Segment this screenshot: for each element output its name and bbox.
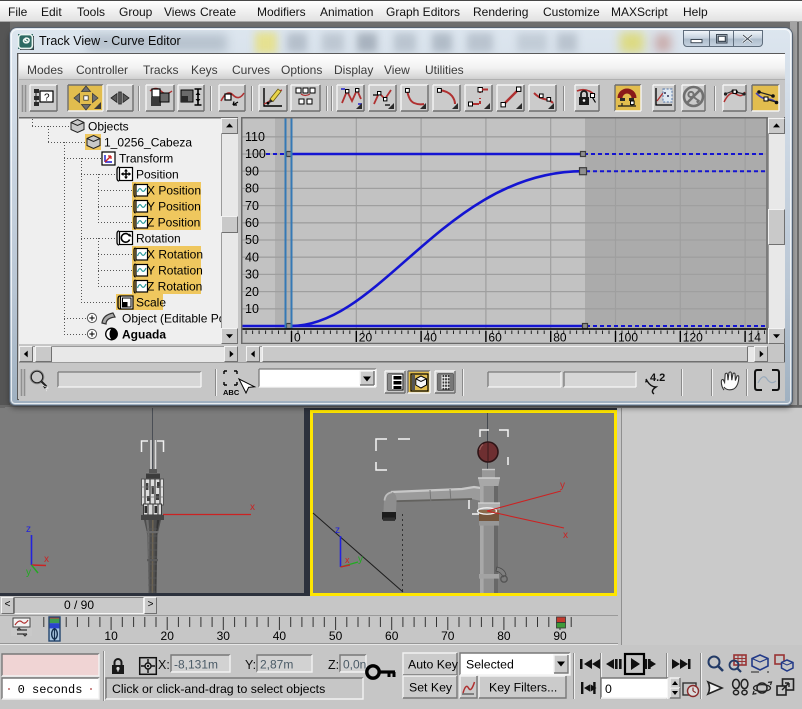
svg-text:y: y <box>560 480 565 491</box>
svg-text:70: 70 <box>245 199 259 213</box>
svg-text:Position: Position <box>136 168 179 182</box>
svg-text:Selected: Selected <box>466 658 514 672</box>
svg-text:Scale: Scale <box>136 296 166 310</box>
svg-text:4.2: 4.2 <box>650 372 665 384</box>
svg-text:Y Position: Y Position <box>147 200 201 214</box>
svg-text:0,0n: 0,0n <box>343 658 366 672</box>
svg-text:Z Rotation: Z Rotation <box>147 280 202 294</box>
svg-text:Click or click-and-drag to sel: Click or click-and-drag to select object… <box>112 682 325 696</box>
svg-text:-8,131m: -8,131m <box>174 658 218 672</box>
svg-text:Z:: Z: <box>328 658 339 672</box>
svg-text:Transform: Transform <box>119 152 173 166</box>
svg-text:Y:: Y: <box>245 658 256 672</box>
svg-text:60: 60 <box>385 629 399 643</box>
svg-text:50: 50 <box>329 629 343 643</box>
svg-text:60: 60 <box>245 216 259 230</box>
svg-text:z: z <box>335 525 340 536</box>
svg-text:ABC: ABC <box>223 388 240 397</box>
svg-text:Objects: Objects <box>88 120 129 134</box>
svg-text:10: 10 <box>245 302 259 316</box>
svg-text:Y Rotation: Y Rotation <box>147 264 203 278</box>
svg-text:Rotation: Rotation <box>136 232 181 246</box>
svg-text:x: x <box>563 530 568 541</box>
svg-text:Aguada: Aguada <box>122 328 166 342</box>
svg-text:0: 0 <box>294 331 301 345</box>
svg-text:Key Filters...: Key Filters... <box>489 681 557 695</box>
svg-text:120: 120 <box>683 331 703 345</box>
svg-text:10: 10 <box>104 629 118 643</box>
svg-text:20: 20 <box>161 629 175 643</box>
svg-text:80: 80 <box>245 182 259 196</box>
svg-text:100: 100 <box>618 331 638 345</box>
svg-text:100: 100 <box>245 147 266 161</box>
svg-text:Set Key: Set Key <box>409 681 453 695</box>
svg-text:2,87m: 2,87m <box>260 658 293 672</box>
svg-text:0: 0 <box>605 682 612 696</box>
svg-text:50: 50 <box>245 233 259 247</box>
svg-text:20: 20 <box>359 331 373 345</box>
svg-text:X:: X: <box>158 658 170 672</box>
svg-text:x: x <box>44 554 49 565</box>
svg-text:Z Position: Z Position <box>147 216 200 230</box>
svg-text:x: x <box>345 555 350 565</box>
svg-text:14: 14 <box>748 331 762 345</box>
svg-text:30: 30 <box>245 268 259 282</box>
svg-text:40: 40 <box>273 629 287 643</box>
svg-text:y: y <box>26 567 31 578</box>
svg-text:1_0256_Cabeza: 1_0256_Cabeza <box>104 136 192 150</box>
svg-text:x: x <box>250 502 255 513</box>
svg-text:X Rotation: X Rotation <box>147 248 203 262</box>
svg-text:y: y <box>358 554 363 565</box>
svg-text:80: 80 <box>497 629 511 643</box>
svg-text:?: ? <box>44 93 50 104</box>
svg-text:20: 20 <box>245 285 259 299</box>
svg-text:0 seconds: 0 seconds <box>18 683 83 697</box>
svg-text:40: 40 <box>424 331 438 345</box>
svg-text:70: 70 <box>441 629 455 643</box>
svg-text:90: 90 <box>245 164 259 178</box>
svg-text:30: 30 <box>217 629 231 643</box>
svg-text:Auto Key: Auto Key <box>408 658 459 672</box>
svg-text:60: 60 <box>488 331 502 345</box>
svg-text:z: z <box>26 524 31 535</box>
svg-text:X Position: X Position <box>147 184 201 198</box>
svg-text:80: 80 <box>553 331 567 345</box>
svg-text:110: 110 <box>245 130 265 144</box>
svg-text:40: 40 <box>245 250 259 264</box>
svg-text:90: 90 <box>553 629 567 643</box>
